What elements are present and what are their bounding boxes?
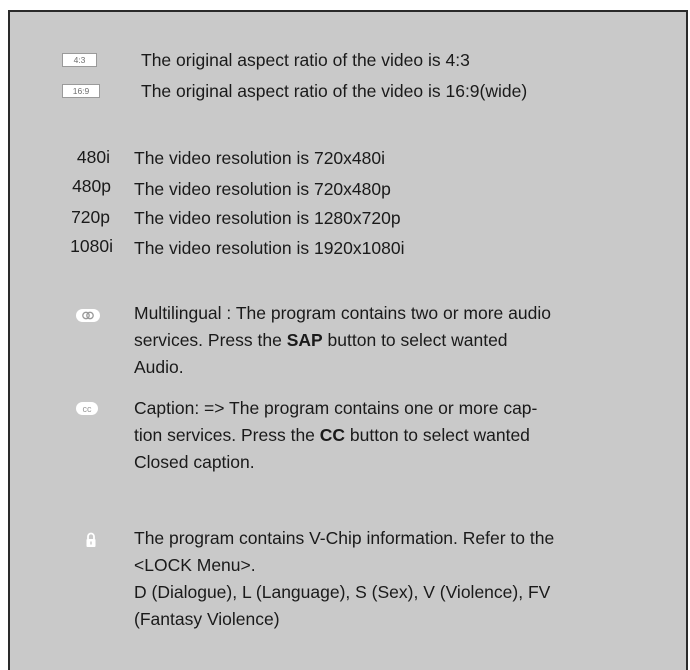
aspect-badge-4-3: 4:3 <box>62 53 97 67</box>
resolution-label-720p: 720p <box>71 207 110 227</box>
sap-button-label: SAP <box>286 330 323 350</box>
vchip-line-2: <LOCK Menu>. <box>134 555 256 575</box>
aspect-badge-16-9: 16:9 <box>62 84 100 98</box>
multilingual-line-2: services. Press the SAP button to select… <box>134 330 508 350</box>
resolution-text-720p: The video resolution is 1280x720p <box>134 208 401 228</box>
svg-text:cc: cc <box>83 404 93 414</box>
caption-line-3: Closed caption. <box>134 452 255 472</box>
vchip-description: The program contains V-Chip information.… <box>134 525 664 633</box>
caption-line-2: tion services. Press the CC button to se… <box>134 425 530 445</box>
resolution-label-480p: 480p <box>72 176 111 196</box>
multilingual-icon <box>76 309 100 322</box>
multilingual-line-3: Audio. <box>134 357 184 377</box>
info-panel: 4:3 The original aspect ratio of the vid… <box>8 10 688 670</box>
vchip-line-4: (Fantasy Violence) <box>134 609 280 629</box>
vchip-line-1: The program contains V-Chip information.… <box>134 528 555 548</box>
resolution-text-480i: The video resolution is 720x480i <box>134 148 385 168</box>
caption-description: Caption: => The program contains one or … <box>134 395 664 476</box>
resolution-label-1080i: 1080i <box>70 236 113 256</box>
caption-line-1: Caption: => The program contains one or … <box>134 398 538 418</box>
resolution-label-480i: 480i <box>76 147 110 167</box>
cc-icon: cc <box>76 402 98 415</box>
multilingual-line-1: Multilingual : The program contains two … <box>134 303 551 323</box>
multilingual-description: Multilingual : The program contains two … <box>134 300 664 381</box>
aspect-text-4-3: The original aspect ratio of the video i… <box>141 50 470 70</box>
aspect-text-16-9: The original aspect ratio of the video i… <box>141 81 528 101</box>
resolution-text-480p: The video resolution is 720x480p <box>134 179 391 199</box>
vchip-line-3: D (Dialogue), L (Language), S (Sex), V (… <box>134 582 551 602</box>
cc-button-label: CC <box>319 425 346 445</box>
resolution-text-1080i: The video resolution is 1920x1080i <box>134 238 405 258</box>
lock-icon <box>85 532 97 553</box>
